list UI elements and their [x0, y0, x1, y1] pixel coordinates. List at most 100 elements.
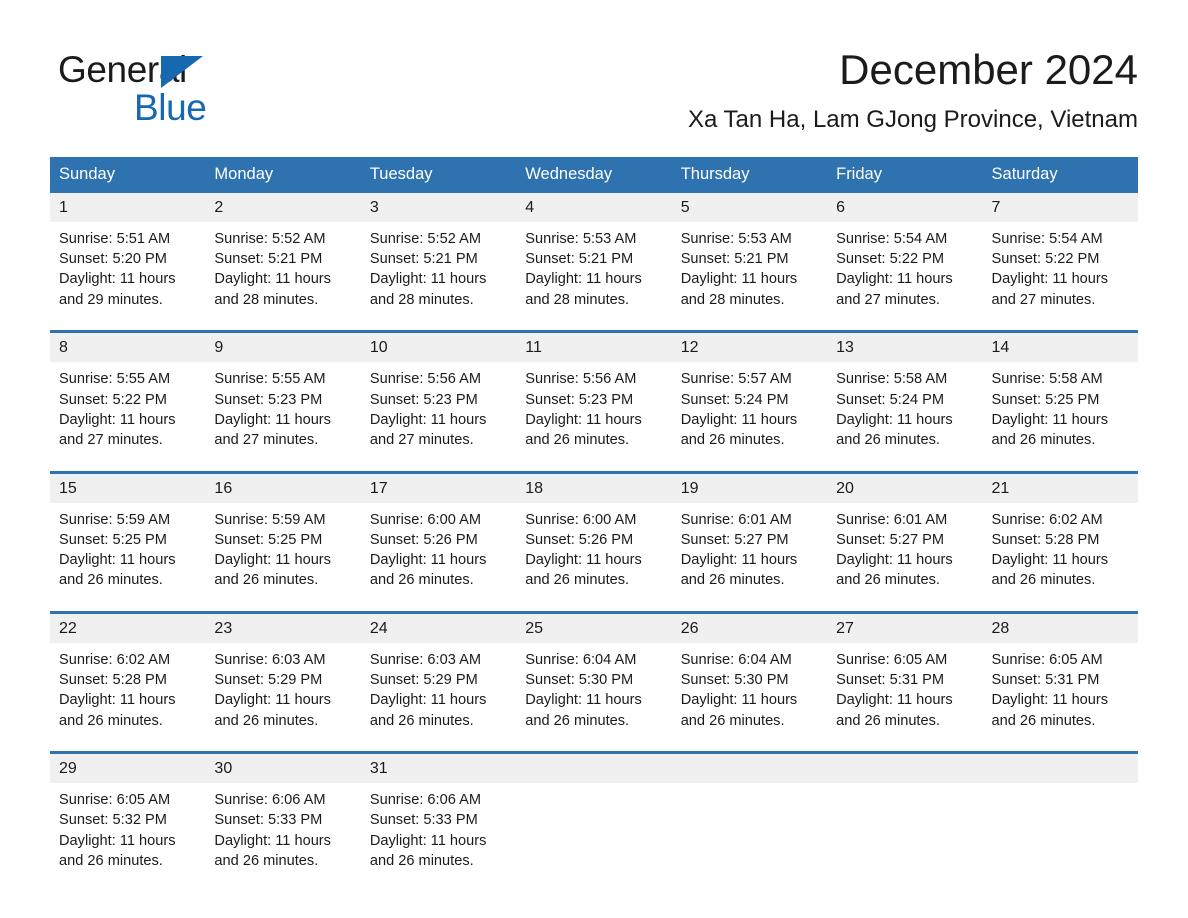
- daylight-line2-text: and 26 minutes.: [836, 431, 940, 448]
- day-details: Sunrise: 5:56 AM Sunset: 5:23 PM Daylight:…: [361, 362, 516, 458]
- sunset-text: Sunset: 5:23 PM: [525, 391, 634, 408]
- day-number: 11: [516, 333, 672, 363]
- day-number: 17: [360, 473, 517, 503]
- calendar-day-cell[interactable]: 29 Sunrise: 6:05 AM Sunset: 5:32 PM Dayligh…: [50, 751, 206, 880]
- daylight-line1-text: Daylight: 11 hours: [369, 411, 487, 428]
- calendar-day-cell[interactable]: 2 Sunrise: 5:52 AM Sunset: 5:21 PM Daylight…: [205, 193, 361, 318]
- calendar-day-cell[interactable]: 7 Sunrise: 5:54 AM Sunset: 5:22 PM Daylight…: [982, 193, 1138, 318]
- calendar-day-cell[interactable]: 13 Sunrise: 5:58 AM Sunset: 5:24 PM Dayligh…: [827, 330, 983, 459]
- calendar-day-cell[interactable]: 1 Sunrise: 5:51 AM Sunset: 5:20 PM Daylight…: [50, 193, 206, 318]
- sunrise-text: Sunrise: 5:59 AM: [214, 511, 326, 528]
- calendar-day-cell[interactable]: 28 Sunrise: 6:05 AM Sunset: 5:31 PM Dayligh…: [982, 610, 1138, 739]
- sunrise-text: Sunrise: 6:03 AM: [214, 651, 326, 668]
- day-details: Sunrise: 5:58 AM Sunset: 5:25 PM Daylight:…: [983, 362, 1138, 458]
- calendar-day-cell[interactable]: 26 Sunrise: 6:04 AM Sunset: 5:30 PM Dayligh…: [671, 610, 828, 739]
- day-details: Sunrise: 5:52 AM Sunset: 5:21 PM Daylight:…: [361, 222, 516, 318]
- day-number: 6: [827, 193, 983, 222]
- calendar-day-cell[interactable]: 9 Sunrise: 5:55 AM Sunset: 5:23 PM Daylight…: [205, 330, 361, 459]
- sunrise-text: Sunrise: 5:53 AM: [680, 231, 792, 247]
- daylight-line2-text: and 26 minutes.: [991, 712, 1096, 729]
- day-details: Sunrise: 6:05 AM Sunset: 5:32 PM Daylight:…: [50, 783, 205, 879]
- calendar-day-cell[interactable]: 3 Sunrise: 5:52 AM Sunset: 5:21 PM Daylight…: [360, 193, 517, 318]
- day-number: 28: [982, 613, 1138, 643]
- daylight-line1-text: Daylight: 11 hours: [836, 692, 953, 709]
- calendar-day-cell[interactable]: 15 Sunrise: 5:59 AM Sunset: 5:25 PM Dayligh…: [50, 470, 206, 599]
- day-number: [982, 754, 1138, 784]
- day-number: 3: [360, 193, 517, 222]
- sunrise-text: Sunrise: 5:56 AM: [525, 371, 637, 388]
- calendar-day-cell[interactable]: 6 Sunrise: 5:54 AM Sunset: 5:22 PM Daylight…: [827, 193, 983, 318]
- day-number: 10: [360, 333, 517, 363]
- daylight-line1-text: Daylight: 11 hours: [680, 552, 798, 569]
- calendar-day-cell[interactable]: 4 Sunrise: 5:53 AM Sunset: 5:21 PM Daylight…: [516, 193, 672, 318]
- day-number: 26: [671, 613, 828, 643]
- calendar-day-cell[interactable]: 16 Sunrise: 5:59 AM Sunset: 5:25 PM Dayligh…: [205, 470, 361, 599]
- calendar-day-cell[interactable]: 14 Sunrise: 5:58 AM Sunset: 5:25 PM Dayligh…: [982, 330, 1138, 459]
- calendar-week-row: 8 Sunrise: 5:55 AM Sunset: 5:22 PM Daylight…: [50, 330, 1138, 459]
- general-blue-logo[interactable]: General Blue: [58, 48, 308, 132]
- daylight-line1-text: Daylight: 11 hours: [59, 552, 176, 569]
- day-details: Sunrise: 6:05 AM Sunset: 5:31 PM Daylight:…: [983, 643, 1138, 739]
- location-subtitle: Xa Tan Ha, Lam GJong Province, Vietnam: [687, 106, 1138, 133]
- day-number: 14: [982, 333, 1138, 363]
- sunset-text: Sunset: 5:21 PM: [525, 251, 634, 268]
- sunset-text: Sunset: 5:30 PM: [680, 672, 789, 689]
- calendar-day-cell[interactable]: 11 Sunrise: 5:56 AM Sunset: 5:23 PM Dayligh…: [516, 330, 672, 459]
- day-number: 27: [827, 613, 983, 643]
- calendar-day-cell[interactable]: 20 Sunrise: 6:01 AM Sunset: 5:27 PM Dayligh…: [827, 470, 983, 599]
- daylight-line2-text: and 26 minutes.: [836, 572, 940, 589]
- daylight-line2-text: and 26 minutes.: [525, 431, 630, 448]
- sunset-text: Sunset: 5:22 PM: [991, 251, 1100, 268]
- sunrise-text: Sunrise: 5:56 AM: [369, 371, 481, 388]
- daylight-line1-text: Daylight: 11 hours: [369, 692, 487, 709]
- daylight-line2-text: and 26 minutes.: [525, 712, 630, 729]
- day-number: 24: [360, 613, 517, 643]
- page-header: General Blue December 2024 Xa Tan Ha, La…: [50, 44, 1138, 140]
- calendar-day-cell[interactable]: 8 Sunrise: 5:55 AM Sunset: 5:22 PM Daylight…: [50, 330, 206, 459]
- calendar-day-cell[interactable]: 30 Sunrise: 6:06 AM Sunset: 5:33 PM Dayligh…: [205, 751, 361, 880]
- triangle-icon: [161, 56, 203, 88]
- calendar-day-cell[interactable]: 21 Sunrise: 6:02 AM Sunset: 5:28 PM Dayligh…: [982, 470, 1138, 599]
- calendar-day-cell[interactable]: 10 Sunrise: 5:56 AM Sunset: 5:23 PM Dayligh…: [360, 330, 517, 459]
- day-details: Sunrise: 6:02 AM Sunset: 5:28 PM Daylight:…: [50, 643, 205, 739]
- daylight-line1-text: Daylight: 11 hours: [214, 832, 331, 849]
- day-details: Sunrise: 5:59 AM Sunset: 5:25 PM Daylight:…: [205, 503, 360, 599]
- calendar-day-cell[interactable]: 24 Sunrise: 6:03 AM Sunset: 5:29 PM Dayligh…: [360, 610, 517, 739]
- page-title: December 2024: [839, 46, 1138, 93]
- sunset-text: Sunset: 5:21 PM: [680, 251, 789, 268]
- sunrise-text: Sunrise: 5:55 AM: [214, 371, 326, 388]
- day-number: 5: [671, 193, 828, 222]
- daylight-line1-text: Daylight: 11 hours: [525, 271, 642, 288]
- sunset-text: Sunset: 5:23 PM: [369, 391, 478, 408]
- calendar-day-cell[interactable]: 18 Sunrise: 6:00 AM Sunset: 5:26 PM Dayligh…: [516, 470, 672, 599]
- day-number: 19: [671, 473, 828, 503]
- day-details: Sunrise: 6:03 AM Sunset: 5:29 PM Daylight:…: [361, 643, 516, 739]
- day-details: Sunrise: 6:01 AM Sunset: 5:27 PM Daylight:…: [827, 503, 982, 599]
- logo-text-blue: Blue: [134, 87, 207, 128]
- sunrise-text: Sunrise: 5:57 AM: [680, 371, 792, 388]
- calendar-day-cell[interactable]: 22 Sunrise: 6:02 AM Sunset: 5:28 PM Dayligh…: [50, 610, 206, 739]
- calendar-day-cell[interactable]: 12 Sunrise: 5:57 AM Sunset: 5:24 PM Dayligh…: [671, 330, 828, 459]
- calendar-day-cell[interactable]: 27 Sunrise: 6:05 AM Sunset: 5:31 PM Dayligh…: [827, 610, 983, 739]
- sunrise-text: Sunrise: 6:05 AM: [991, 651, 1103, 668]
- sunrise-text: Sunrise: 5:54 AM: [991, 231, 1103, 247]
- sunset-text: Sunset: 5:22 PM: [836, 251, 945, 268]
- calendar-day-cell[interactable]: 25 Sunrise: 6:04 AM Sunset: 5:30 PM Dayligh…: [516, 610, 672, 739]
- calendar-day-cell[interactable]: 17 Sunrise: 6:00 AM Sunset: 5:26 PM Dayligh…: [360, 470, 517, 599]
- calendar-day-cell-empty: [516, 751, 672, 880]
- sunset-text: Sunset: 5:29 PM: [369, 672, 478, 689]
- daylight-line1-text: Daylight: 11 hours: [991, 692, 1109, 709]
- calendar-day-cell[interactable]: 23 Sunrise: 6:03 AM Sunset: 5:29 PM Dayligh…: [205, 610, 361, 739]
- calendar-body: 1 Sunrise: 5:51 AM Sunset: 5:20 PM Daylight…: [50, 193, 1138, 880]
- calendar-day-cell[interactable]: 31 Sunrise: 6:06 AM Sunset: 5:33 PM Dayligh…: [360, 751, 517, 880]
- day-details: Sunrise: 6:05 AM Sunset: 5:31 PM Daylight:…: [827, 643, 982, 739]
- sunrise-text: Sunrise: 6:02 AM: [59, 651, 171, 668]
- daylight-line2-text: and 27 minutes.: [214, 431, 319, 448]
- calendar-day-cell[interactable]: 19 Sunrise: 6:01 AM Sunset: 5:27 PM Dayligh…: [671, 470, 828, 599]
- daylight-line2-text: and 26 minutes.: [59, 572, 163, 589]
- calendar-week-row: 1 Sunrise: 5:51 AM Sunset: 5:20 PM Daylight…: [50, 193, 1138, 318]
- calendar-day-cell[interactable]: 5 Sunrise: 5:53 AM Sunset: 5:21 PM Daylight…: [671, 193, 828, 318]
- day-number: [516, 754, 672, 784]
- sunset-text: Sunset: 5:20 PM: [59, 251, 167, 268]
- sunset-text: Sunset: 5:33 PM: [214, 812, 323, 829]
